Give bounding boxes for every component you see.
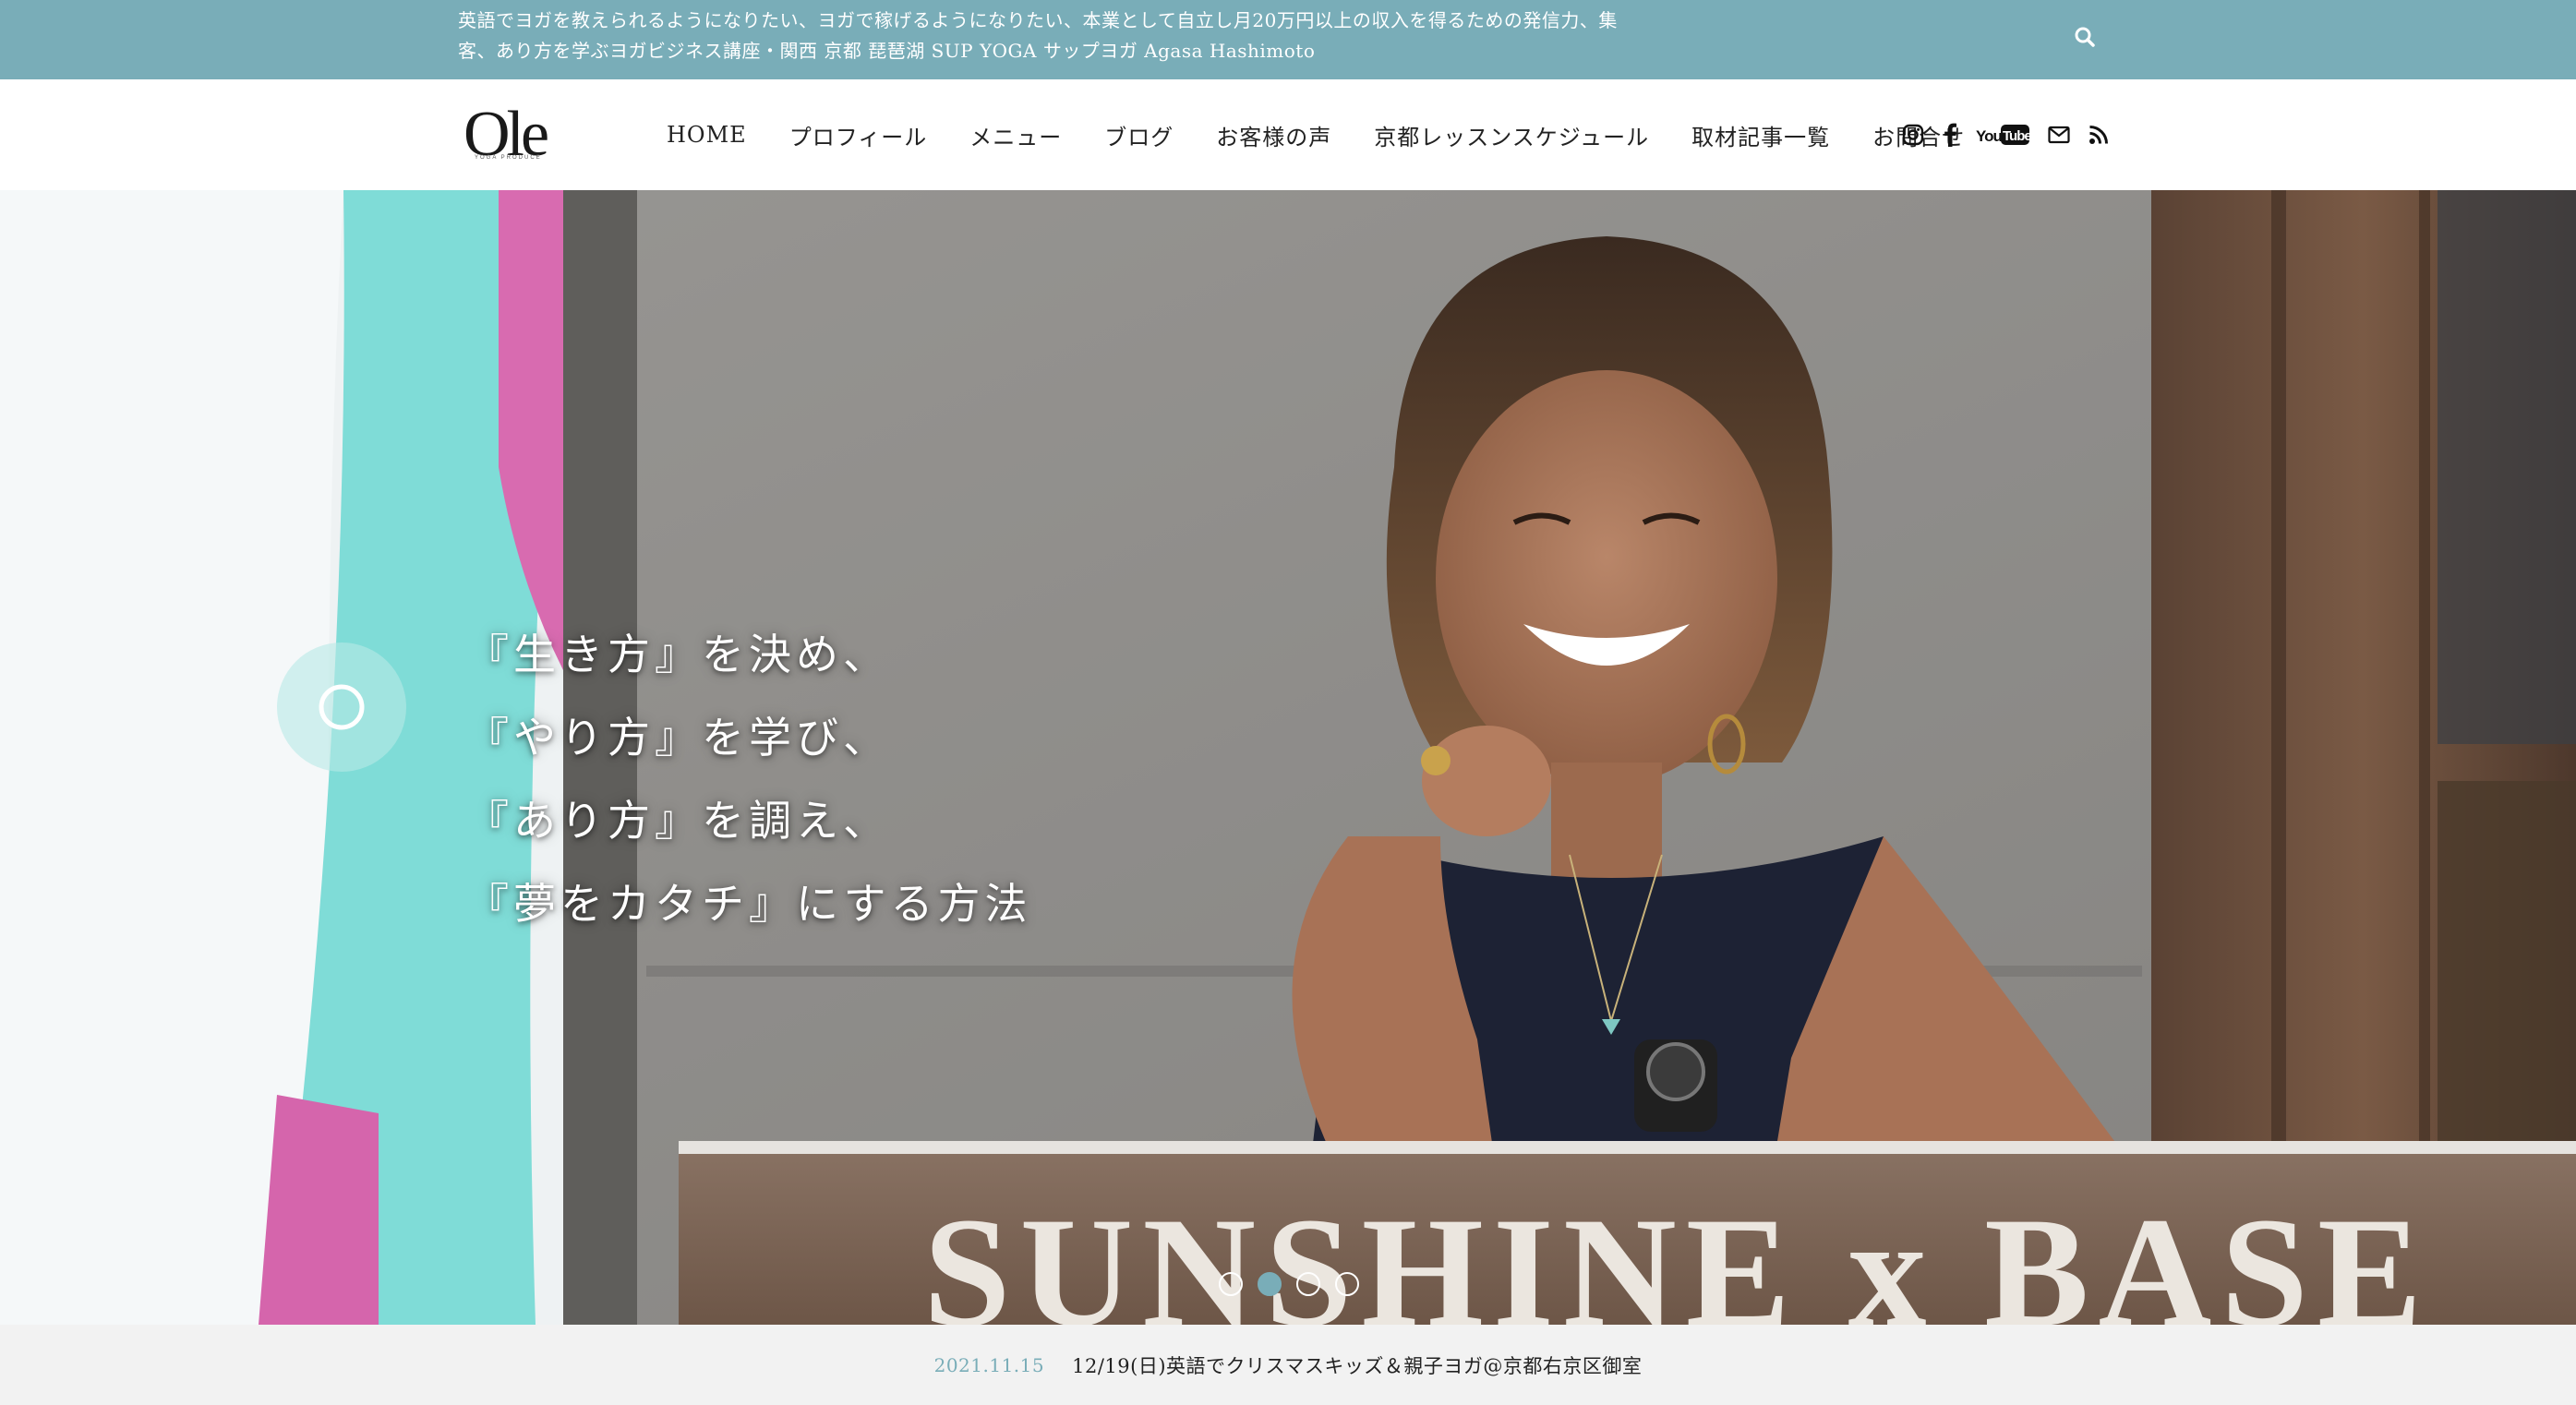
hero-line-2: 『やり方』を学び、 <box>466 713 890 763</box>
site-header: Ole YOGA PRODUCE HOME プロフィール メニュー ブログ お客… <box>0 79 2576 190</box>
tagline-line-1: 英語でヨガを教えられるようになりたい、ヨガで稼げるようになりたい、本業として自立… <box>458 9 1618 31</box>
hero-photo: SUNSHINE x BASE <box>0 190 2576 1325</box>
logo-subtext: YOGA PRODUCE <box>475 155 542 161</box>
nav-item-menu[interactable]: メニュー <box>969 119 1062 151</box>
tagline-line-2: 客、あり方を学ぶヨガビジネス講座・関西 京都 琵琶湖 SUP YOGA サップヨ… <box>458 40 1316 62</box>
rss-icon[interactable] <box>2088 116 2109 153</box>
hero-line-3: 『あり方』を調え、 <box>466 796 890 846</box>
main-nav: HOME プロフィール メニュー ブログ お客様の声 京都レッスンスケジュール … <box>667 79 1965 190</box>
youtube-icon[interactable]: You Tube <box>1976 116 2029 153</box>
nav-item-media-articles[interactable]: 取材記事一覧 <box>1691 119 1830 151</box>
sign-text: SUNSHINE x BASE <box>923 1185 2431 1325</box>
nav-item-profile[interactable]: プロフィール <box>789 119 928 151</box>
slider-dot-2[interactable] <box>1258 1272 1282 1296</box>
search-icon[interactable] <box>2072 24 2100 52</box>
nav-item-kyoto-schedule[interactable]: 京都レッスンスケジュール <box>1374 119 1649 151</box>
youtube-tube-text: Tube <box>2003 128 2029 144</box>
facebook-icon[interactable] <box>1943 116 1957 153</box>
instagram-icon[interactable] <box>1902 116 1924 153</box>
news-ticker: 2021.11.15 12/19(日)英語でクリスマスキッズ＆親子ヨガ@京都右京… <box>0 1325 2576 1405</box>
slider-dot-3[interactable] <box>1296 1272 1320 1296</box>
nav-item-blog[interactable]: ブログ <box>1104 119 1174 151</box>
hero-headline: 『生き方』を決め、 『やり方』を学び、 『あり方』を調え、 『夢をカタチ』にする… <box>466 613 1031 945</box>
slider-dot-4[interactable] <box>1335 1272 1359 1296</box>
nav-item-home[interactable]: HOME <box>667 122 747 148</box>
site-logo[interactable]: Ole YOGA PRODUCE <box>462 98 560 170</box>
slider-pagination <box>1219 1272 1359 1296</box>
hero-slider: SUNSHINE x BASE 『生き方』を決め、 『やり方』を学び、 『あり方… <box>0 190 2576 1325</box>
social-links: You Tube <box>1902 79 2127 190</box>
youtube-you-text: You <box>1976 127 2002 145</box>
site-tagline: 英語でヨガを教えられるようになりたい、ヨガで稼げるようになりたい、本業として自立… <box>458 6 1658 66</box>
top-bar: 英語でヨガを教えられるようになりたい、ヨガで稼げるようになりたい、本業として自立… <box>0 0 2576 79</box>
hero-line-4: 『夢をカタチ』にする方法 <box>466 879 1032 929</box>
mail-icon[interactable] <box>2048 116 2070 153</box>
slider-dot-1[interactable] <box>1219 1272 1243 1296</box>
news-title-link[interactable]: 12/19(日)英語でクリスマスキッズ＆親子ヨガ@京都右京区御室 <box>1072 1351 1642 1379</box>
news-date: 2021.11.15 <box>933 1353 1045 1376</box>
hero-line-1: 『生き方』を決め、 <box>466 630 890 679</box>
nav-item-testimonials[interactable]: お客様の声 <box>1216 119 1331 151</box>
